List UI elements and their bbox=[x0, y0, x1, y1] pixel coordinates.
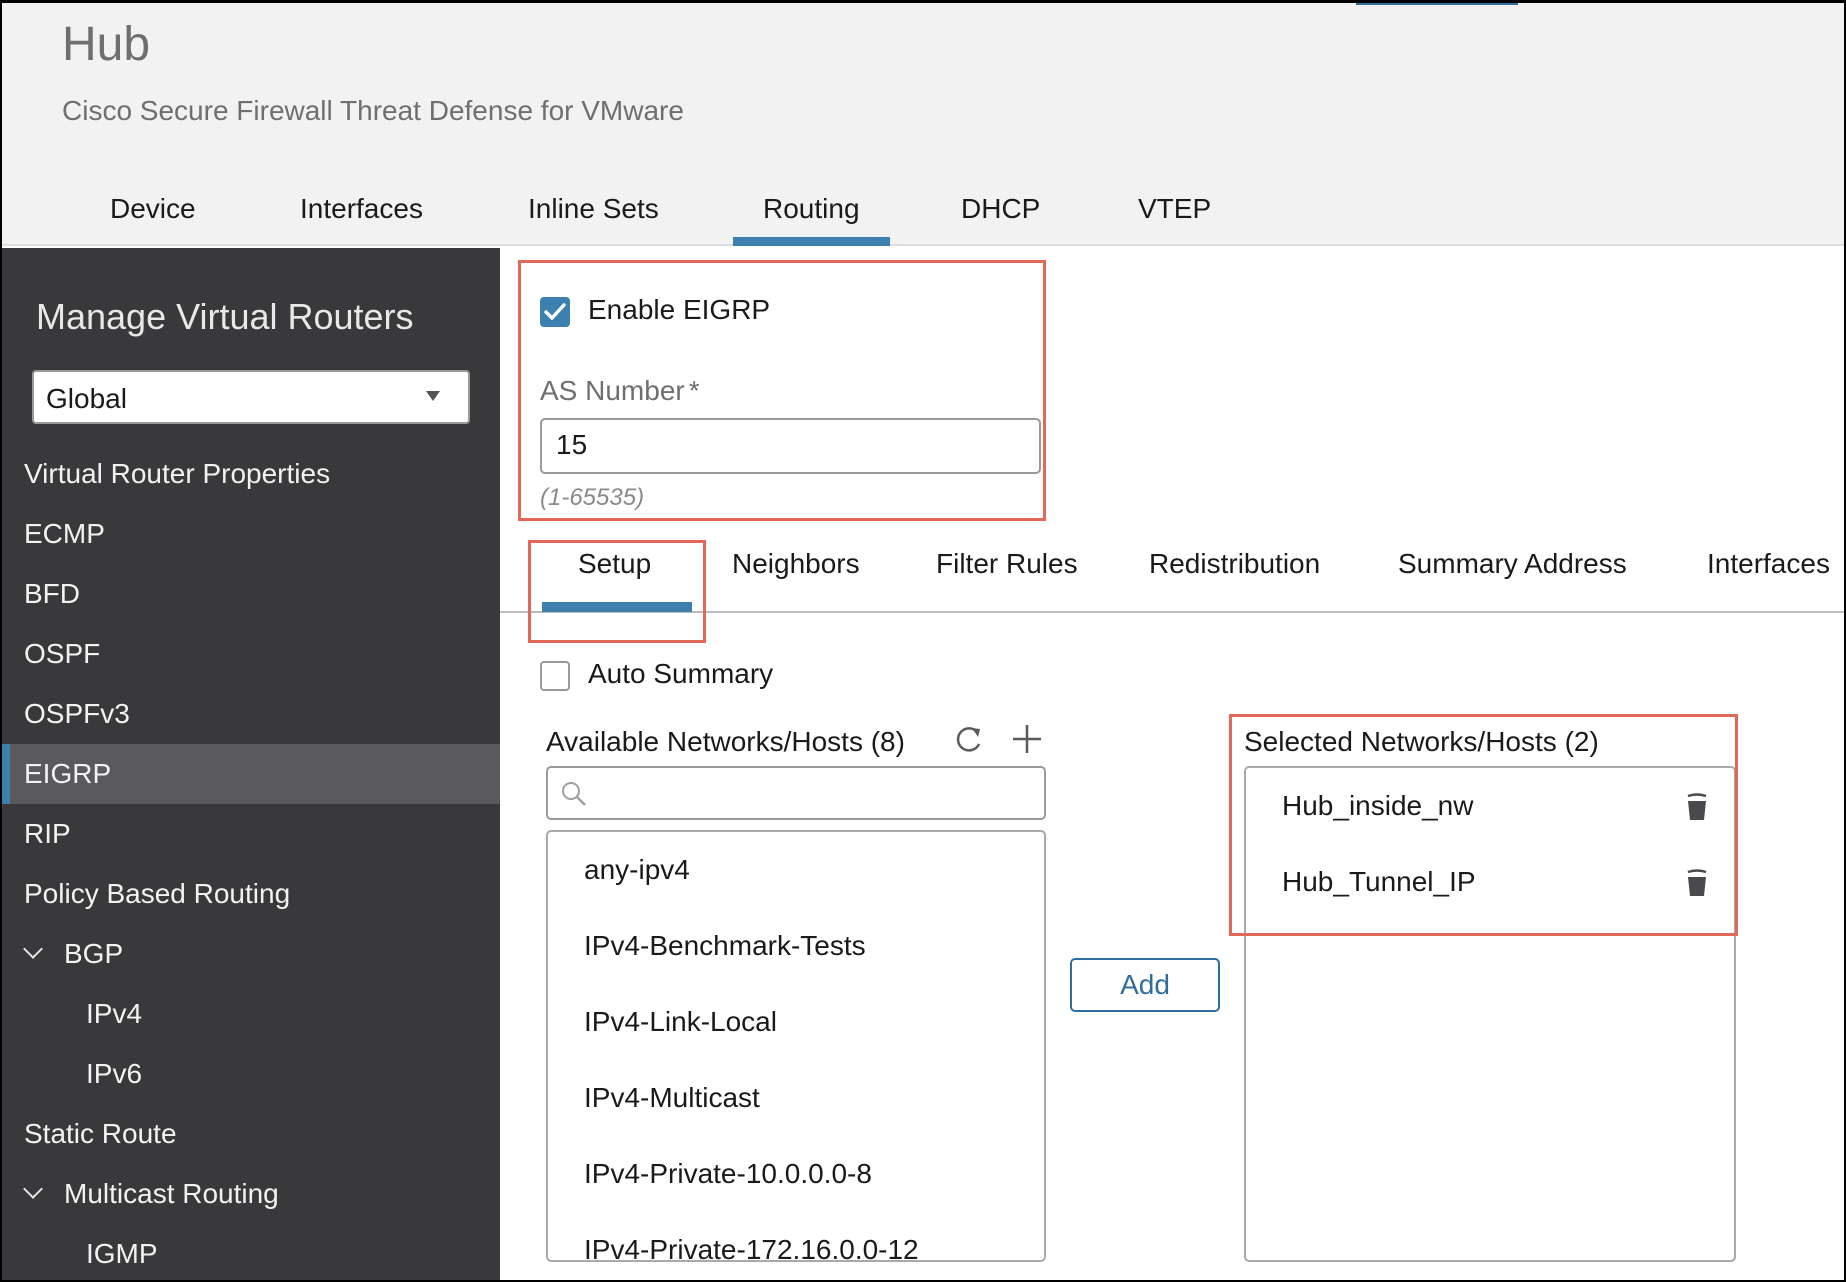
sidebar-item-bfd[interactable]: BFD bbox=[2, 564, 500, 624]
sidebar-item-label: OSPFv3 bbox=[24, 698, 130, 729]
device-model: Cisco Secure Firewall Threat Defense for… bbox=[62, 95, 684, 126]
sidebar-item-rip[interactable]: RIP bbox=[2, 804, 500, 864]
as-number-label: AS Number * bbox=[540, 375, 700, 407]
sidebar-item-label: Policy Based Routing bbox=[24, 878, 291, 909]
as-number-value: 15 bbox=[556, 429, 588, 460]
selected-network-item[interactable]: Hub_inside_nw bbox=[1282, 790, 1473, 822]
trash-icon[interactable] bbox=[1686, 868, 1708, 898]
sidebar-item-ecmp[interactable]: ECMP bbox=[2, 504, 500, 564]
auto-summary-checkbox[interactable] bbox=[540, 661, 570, 691]
selected-networks-list: Hub_inside_nw Hub_Tunnel_IP bbox=[1244, 766, 1736, 1262]
chevron-down-icon[interactable] bbox=[23, 939, 43, 959]
tab-vtep[interactable]: VTEP bbox=[1138, 193, 1211, 246]
sidebar-item-label: Multicast Routing bbox=[64, 1178, 279, 1209]
trash-icon[interactable] bbox=[1686, 792, 1708, 822]
tab-inline-sets[interactable]: Inline Sets bbox=[528, 193, 659, 246]
sidebar-item-label: BFD bbox=[24, 578, 80, 609]
available-network-item[interactable]: IPv4-Multicast bbox=[584, 1082, 760, 1114]
tab-routing[interactable]: Routing bbox=[733, 193, 889, 246]
sidebar: Manage Virtual Routers Global Virtual Ro… bbox=[2, 248, 500, 1280]
sidebar-item-label: OSPF bbox=[24, 638, 101, 669]
subtab-summary-address[interactable]: Summary Address bbox=[1398, 548, 1627, 580]
subtab-filter-rules[interactable]: Filter Rules bbox=[936, 548, 1078, 580]
main-tabs: Device Interfaces Inline Sets Routing DH… bbox=[2, 193, 1844, 246]
subtab-redistribution[interactable]: Redistribution bbox=[1149, 548, 1320, 580]
available-networks-search[interactable] bbox=[546, 766, 1046, 820]
sidebar-item-static-route[interactable]: Static Route bbox=[2, 1104, 500, 1164]
selected-network-item[interactable]: Hub_Tunnel_IP bbox=[1282, 866, 1476, 898]
sidebar-item-label: EIGRP bbox=[24, 758, 112, 789]
available-network-item[interactable]: any-ipv4 bbox=[584, 854, 690, 886]
available-networks-list[interactable]: any-ipv4 IPv4-Benchmark-Tests IPv4-Link-… bbox=[546, 830, 1046, 1262]
checkmark-icon bbox=[544, 303, 566, 320]
sidebar-item-bgp-ipv4[interactable]: IPv4 bbox=[2, 984, 500, 1044]
sidebar-item-label: IPv4 bbox=[86, 998, 143, 1029]
available-network-item[interactable]: IPv4-Link-Local bbox=[584, 1006, 777, 1038]
sub-tabs-divider bbox=[500, 611, 1844, 613]
tab-interfaces[interactable]: Interfaces bbox=[300, 193, 423, 246]
sidebar-item-virtual-router-properties[interactable]: Virtual Router Properties bbox=[2, 444, 500, 504]
sidebar-item-label: ECMP bbox=[24, 518, 105, 549]
sidebar-item-label: Static Route bbox=[24, 1118, 177, 1149]
available-networks-title: Available Networks/Hosts (8) bbox=[546, 726, 905, 757]
sidebar-item-label: BGP bbox=[64, 938, 124, 969]
available-network-item[interactable]: IPv4-Benchmark-Tests bbox=[584, 930, 866, 962]
as-number-hint: (1-65535) bbox=[540, 484, 645, 511]
search-icon bbox=[562, 782, 586, 806]
sidebar-item-policy-based-routing[interactable]: Policy Based Routing bbox=[2, 864, 500, 924]
sidebar-item-ospf[interactable]: OSPF bbox=[2, 624, 500, 684]
sidebar-item-label: IGMP bbox=[86, 1238, 158, 1269]
as-number-input[interactable]: 15 bbox=[540, 418, 1041, 474]
plus-icon[interactable] bbox=[1010, 722, 1044, 756]
eigrp-content: Enable EIGRP AS Number * 15 (1-65535) Set… bbox=[500, 248, 1844, 1280]
subtab-active-indicator bbox=[542, 602, 692, 612]
subtab-neighbors[interactable]: Neighbors bbox=[732, 548, 860, 580]
add-button[interactable]: Add bbox=[1070, 958, 1220, 1012]
as-number-label-text: AS Number bbox=[540, 375, 685, 406]
available-network-item[interactable]: IPv4-Private-10.0.0.0-8 bbox=[584, 1158, 872, 1190]
subtab-setup[interactable]: Setup bbox=[578, 548, 651, 580]
device-name: Hub bbox=[62, 18, 151, 71]
top-tab-indicator bbox=[1356, 3, 1518, 5]
sidebar-item-label: RIP bbox=[24, 818, 71, 849]
auto-summary-label: Auto Summary bbox=[588, 658, 774, 689]
sidebar-item-bgp-ipv6[interactable]: IPv6 bbox=[2, 1044, 500, 1104]
selected-networks-title: Selected Networks/Hosts (2) bbox=[1244, 726, 1599, 757]
sidebar-title: Manage Virtual Routers bbox=[36, 296, 414, 337]
sidebar-item-label: Virtual Router Properties bbox=[24, 458, 331, 489]
tab-device[interactable]: Device bbox=[110, 193, 196, 246]
available-network-item[interactable]: IPv4-Private-172.16.0.0-12 bbox=[584, 1234, 919, 1260]
app-window: Hub Cisco Secure Firewall Threat Defense… bbox=[2, 3, 1844, 1280]
sidebar-item-multicast-routing[interactable]: Multicast Routing bbox=[2, 1164, 500, 1224]
virtual-router-select-value: Global bbox=[46, 383, 127, 414]
sidebar-item-igmp[interactable]: IGMP bbox=[2, 1224, 500, 1280]
enable-eigrp-checkbox[interactable] bbox=[540, 297, 570, 327]
sidebar-item-ospfv3[interactable]: OSPFv3 bbox=[2, 684, 500, 744]
sidebar-item-bgp[interactable]: BGP bbox=[2, 924, 500, 984]
sidebar-item-label: IPv6 bbox=[86, 1058, 143, 1089]
refresh-icon[interactable] bbox=[952, 722, 986, 756]
sidebar-item-eigrp[interactable]: EIGRP bbox=[2, 744, 500, 804]
required-marker: * bbox=[688, 375, 700, 406]
enable-eigrp-label: Enable EIGRP bbox=[588, 294, 771, 325]
device-header: Hub Cisco Secure Firewall Threat Defense… bbox=[2, 3, 1844, 246]
virtual-router-select[interactable]: Global bbox=[32, 370, 470, 424]
chevron-down-icon[interactable] bbox=[23, 1179, 43, 1199]
tab-dhcp[interactable]: DHCP bbox=[961, 193, 1040, 246]
caret-down-icon bbox=[426, 391, 440, 401]
subtab-interfaces[interactable]: Interfaces bbox=[1707, 548, 1830, 580]
